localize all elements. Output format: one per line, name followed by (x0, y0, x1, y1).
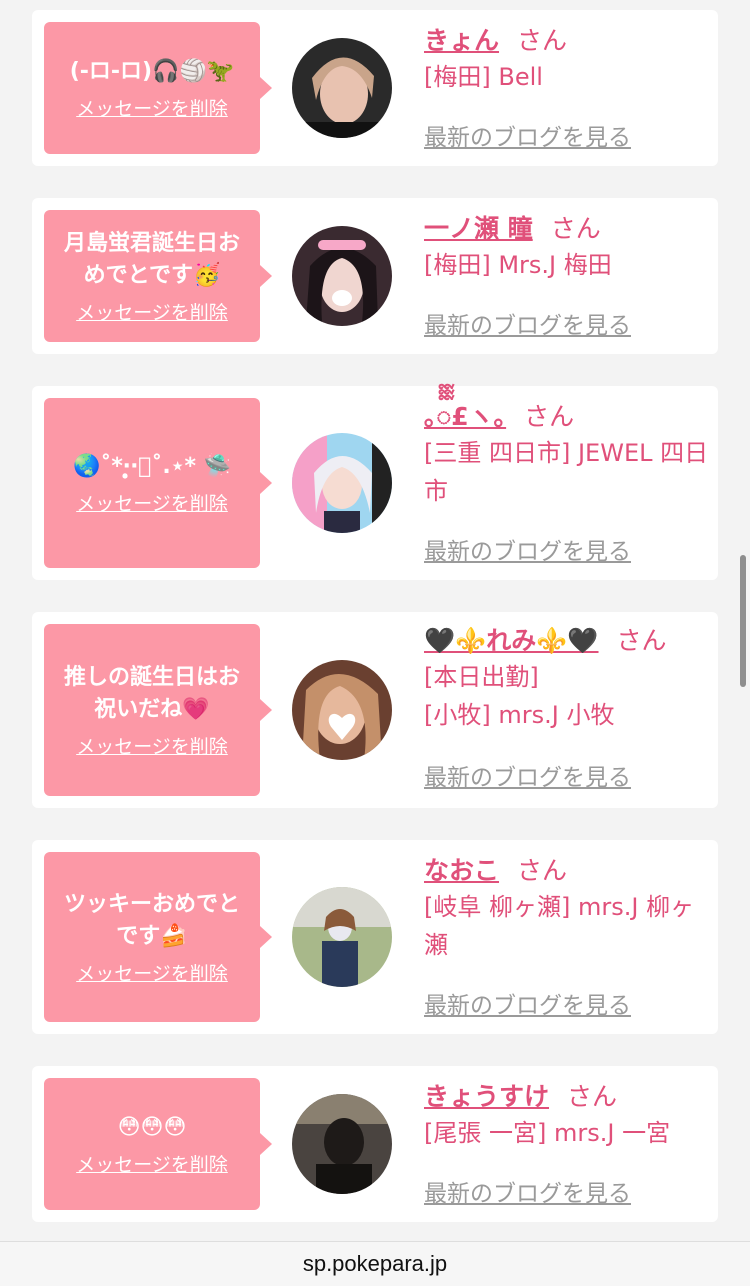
message-card: (-ロ-ロ)🎧🏐🦖 メッセージを削除 きょん さん [梅田] Bell 最新のブロ… (32, 10, 718, 166)
cast-name-link[interactable]: 一ノ瀬 瞳 (424, 214, 533, 243)
url-text[interactable]: sp.pokepara.jp (303, 1251, 447, 1277)
profile-info: きょん さん [梅田] Bell 最新のブログを見る (424, 24, 714, 151)
browser-url-bar[interactable]: sp.pokepara.jp (0, 1241, 750, 1286)
delete-message-link[interactable]: メッセージを削除 (76, 732, 228, 759)
avatar[interactable] (292, 433, 392, 533)
profile-info: きょうすけ さん [尾張 一宮] mrs.J 一宮 最新のブログを見る (424, 1080, 714, 1207)
avatar[interactable] (292, 38, 392, 138)
cast-name-link[interactable]: 🖤⚜️れみ⚜️🖤 (424, 626, 599, 655)
shop-line: [梅田] Mrs.J 梅田 (424, 251, 612, 279)
message-text: ツッキーおめでとです🍰 (63, 891, 240, 949)
latest-blog-link[interactable]: 最新のブログを見る (424, 118, 631, 152)
message-card: 月島蛍君誕生日おめでとです🥳 メッセージを削除 一ノ瀬 瞳さん [梅田] Mrs… (32, 198, 718, 354)
work-status: [本日出勤] (424, 663, 539, 691)
delete-message-link[interactable]: メッセージを削除 (76, 298, 228, 325)
honorific: さん (616, 626, 667, 655)
message-bubble: 🌏˚*‧̩̥̥‧͙˚.⋆* 🛸 メッセージを削除 (44, 398, 272, 568)
shop-line: [小牧] mrs.J 小牧 (424, 701, 615, 729)
honorific: さん (567, 1082, 618, 1111)
cast-name-link[interactable]: ｡ᢆ£ヽ｡ (424, 402, 506, 431)
avatar[interactable] (292, 887, 392, 987)
latest-blog-link[interactable]: 最新のブログを見る (424, 532, 631, 566)
delete-message-link[interactable]: メッセージを削除 (76, 94, 228, 121)
profile-info: なおこ さん [岐阜 柳ヶ瀬] mrs.J 柳ヶ瀬 最新のブログを見る (424, 854, 714, 1019)
shop-line: [三重 四日市] JEWEL 四日市 (424, 439, 709, 505)
latest-blog-link[interactable]: 最新のブログを見る (424, 1174, 631, 1208)
delete-message-link[interactable]: メッセージを削除 (76, 959, 228, 986)
cast-name-link[interactable]: きょん (424, 26, 499, 55)
profile-info: 🖤⚜️れみ⚜️🖤 さん [本日出勤] [小牧] mrs.J 小牧 最新のブログを見… (424, 624, 714, 791)
delete-message-link[interactable]: メッセージを削除 (76, 1150, 228, 1177)
message-bubble: 推しの誕生日はお祝いだね💗 メッセージを削除 (44, 624, 272, 796)
honorific: さん (524, 402, 575, 431)
avatar[interactable] (292, 226, 392, 326)
cast-name-link[interactable]: なおこ (424, 856, 499, 885)
message-bubble: 😳😳😳 メッセージを削除 (44, 1078, 272, 1210)
message-text: 推しの誕生日はお祝いだね💗 (63, 664, 240, 722)
avatar[interactable] (292, 660, 392, 760)
honorific: さん (517, 26, 568, 55)
avatar[interactable] (292, 1094, 392, 1194)
delete-message-link[interactable]: メッセージを削除 (76, 489, 228, 516)
cast-name-link[interactable]: きょうすけ (424, 1082, 549, 1111)
message-card: ツッキーおめでとです🍰 メッセージを削除 なおこ さん [岐阜 柳ヶ瀬] mrs.… (32, 840, 718, 1034)
profile-info: ｡ᢆ£ヽ｡ さん [三重 四日市] JEWEL 四日市 最新のブログを見る (424, 400, 714, 565)
latest-blog-link[interactable]: 最新のブログを見る (424, 986, 631, 1020)
honorific: さん (517, 856, 568, 885)
profile-info: 一ノ瀬 瞳さん [梅田] Mrs.J 梅田 最新のブログを見る (424, 212, 714, 339)
message-card: 🌏˚*‧̩̥̥‧͙˚.⋆* 🛸 メッセージを削除 ｡ᢆ£ヽ｡ さん [三重 四日市… (32, 386, 718, 580)
message-bubble: (-ロ-ロ)🎧🏐🦖 メッセージを削除 (44, 22, 272, 154)
shop-line: [岐阜 柳ヶ瀬] mrs.J 柳ヶ瀬 (424, 893, 695, 959)
latest-blog-link[interactable]: 最新のブログを見る (424, 306, 631, 340)
message-bubble: 月島蛍君誕生日おめでとです🥳 メッセージを削除 (44, 210, 272, 342)
shop-line: [梅田] Bell (424, 63, 543, 91)
message-text: 😳😳😳 (117, 1114, 187, 1140)
message-text: 月島蛍君誕生日おめでとです🥳 (63, 230, 240, 288)
latest-blog-link[interactable]: 最新のブログを見る (424, 758, 631, 792)
honorific: さん (550, 214, 601, 243)
message-text: 🌏˚*‧̩̥̥‧͙˚.⋆* 🛸 (72, 453, 232, 479)
message-card: 推しの誕生日はお祝いだね💗 メッセージを削除 🖤⚜️れみ⚜️🖤 さん [本日出勤]… (32, 612, 718, 808)
shop-line: [尾張 一宮] mrs.J 一宮 (424, 1119, 671, 1147)
message-bubble: ツッキーおめでとです🍰 メッセージを削除 (44, 852, 272, 1022)
scrollbar[interactable] (740, 555, 746, 687)
message-card: 😳😳😳 メッセージを削除 きょうすけ さん [尾張 一宮] mrs.J 一宮 最新… (32, 1066, 718, 1222)
message-text: (-ロ-ロ)🎧🏐🦖 (69, 58, 235, 84)
